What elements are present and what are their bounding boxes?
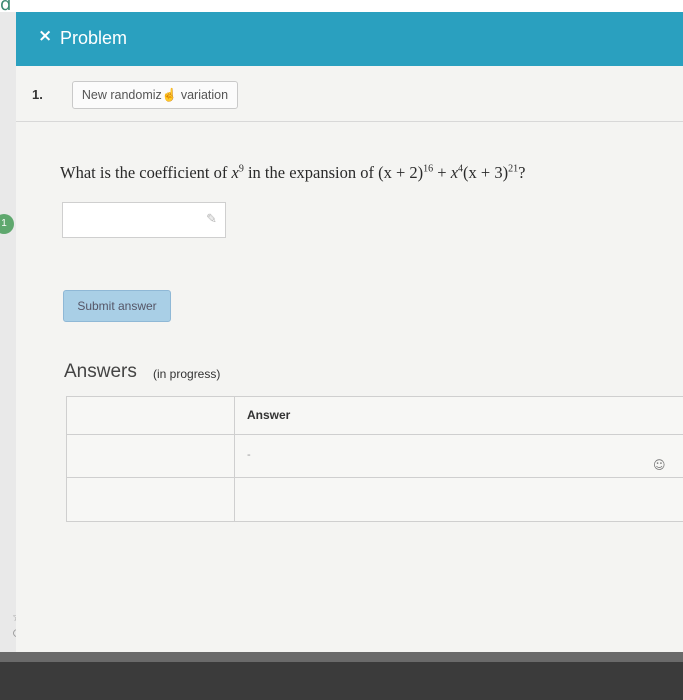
- answer-column-header: Answer: [247, 408, 291, 422]
- browser-top-edge: d: [0, 0, 683, 15]
- question-text: What is the coefficient of x9 in the exp…: [60, 163, 526, 182]
- table-row-divider: [67, 477, 683, 478]
- answer-mark-icon[interactable]: ☺: [653, 458, 666, 472]
- variation-label-start: New randomiz: [81, 88, 162, 102]
- answer-input[interactable]: ✎: [62, 202, 226, 238]
- pencil-icon[interactable]: ✎: [206, 212, 217, 227]
- problem-header: × Problem: [16, 12, 683, 66]
- answer-cell: -: [247, 449, 251, 461]
- problem-panel: × Problem 1. New randomiz☝ variation Wha…: [16, 12, 683, 652]
- table-column-divider: [234, 397, 235, 521]
- left-strip: 1 ☆ ⊙: [0, 12, 23, 652]
- section-divider: [16, 121, 683, 122]
- answers-heading: Answers: [64, 361, 137, 382]
- close-icon[interactable]: ×: [38, 26, 52, 46]
- progress-badge[interactable]: 1: [0, 214, 14, 234]
- new-variation-button[interactable]: New randomiz☝ variation: [72, 81, 238, 109]
- variation-label-end: variation: [180, 88, 229, 102]
- submit-answer-button[interactable]: Submit answer: [63, 290, 171, 322]
- answers-status: (in progress): [153, 367, 221, 381]
- problem-number: 1.: [32, 87, 43, 102]
- bottom-bar: [0, 662, 683, 700]
- cursor-icon: ☝: [161, 88, 178, 102]
- answers-table: Answer - ☺: [66, 396, 683, 522]
- table-row-divider: [67, 434, 683, 435]
- page-title: Problem: [60, 28, 128, 48]
